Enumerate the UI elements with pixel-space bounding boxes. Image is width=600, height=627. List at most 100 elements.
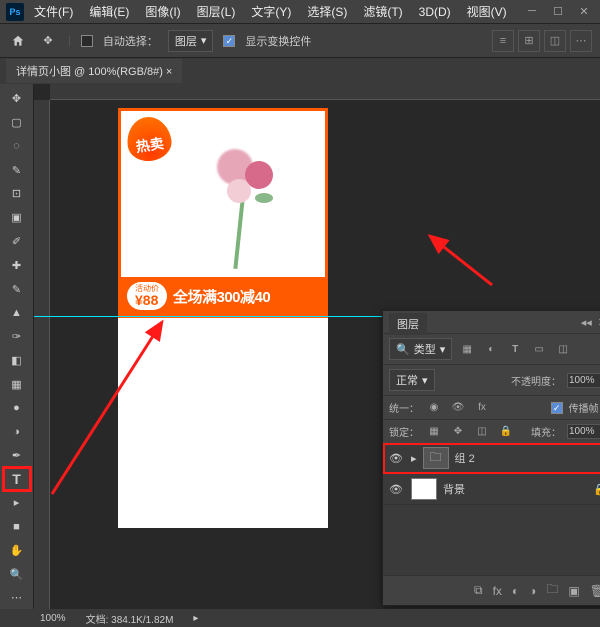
filter-smart-icon[interactable]: ◫	[554, 342, 572, 356]
propagate-label: 传播帧 1	[569, 400, 600, 415]
options-bar: ✥ | 自动选择： 图层▾ 显示变换控件 ≡ ⊞ ◫ ⋯	[0, 24, 600, 58]
auto-select-dropdown[interactable]: 图层▾	[168, 30, 214, 52]
lock-position-icon[interactable]: ✥	[449, 425, 467, 439]
opacity-input[interactable]	[567, 373, 600, 388]
distribute-icon[interactable]: ⊞	[518, 30, 540, 52]
blend-mode-dropdown[interactable]: 正常 ▾	[389, 369, 435, 391]
new-group-icon[interactable]: 🗀	[546, 580, 558, 601]
layer-fx-icon[interactable]: fx	[493, 584, 502, 598]
app-logo: Ps	[6, 3, 24, 21]
unify-position-icon[interactable]: ◉	[425, 401, 443, 415]
show-transform-checkbox[interactable]	[223, 35, 235, 47]
crop-tool[interactable]: ⊡	[4, 183, 30, 205]
status-chevron-icon[interactable]: ▸	[193, 613, 198, 624]
zoom-tool[interactable]: 🔍	[4, 563, 30, 585]
promo-artwork: 热卖 活动价 ¥88 全场满300减40	[118, 108, 328, 318]
window-close-icon[interactable]: ✕	[574, 5, 594, 18]
eyedropper-tool[interactable]: ✐	[4, 231, 30, 253]
filter-shape-icon[interactable]: ▭	[530, 342, 548, 356]
document-tab-bar: 详情页小图 @ 100%(RGB/8#) ×	[0, 58, 600, 84]
opacity-label: 不透明度：	[511, 373, 561, 388]
menu-image[interactable]: 图像(I)	[139, 1, 186, 22]
marquee-tool[interactable]: ▢	[4, 112, 30, 134]
link-layers-icon[interactable]: ⧉	[474, 583, 483, 598]
fill-input[interactable]	[567, 424, 600, 439]
layers-list: 👁 ▸ 🗀 组 2 👁 背景 🔒	[383, 443, 600, 575]
ruler-horizontal[interactable]	[50, 84, 600, 100]
price-value: ¥88	[135, 293, 159, 307]
show-transform-label: 显示变换控件	[245, 33, 311, 49]
document-tab-label: 详情页小图 @ 100%(RGB/8#) ×	[16, 63, 172, 79]
menu-3d[interactable]: 3D(D)	[413, 3, 457, 21]
blur-tool[interactable]: ●	[4, 397, 30, 419]
status-bar: 100% 文档: 384.1K/1.82M ▸	[0, 609, 600, 627]
menu-edit[interactable]: 编辑(E)	[83, 1, 135, 22]
delete-layer-icon[interactable]: 🗑	[590, 584, 600, 598]
gradient-tool[interactable]: ▦	[4, 373, 30, 395]
move-tool-icon[interactable]: ✥	[38, 31, 58, 51]
layer-name[interactable]: 背景	[443, 481, 465, 497]
folder-icon: 🗀	[423, 447, 449, 469]
propagate-checkbox[interactable]	[551, 402, 563, 414]
menu-layer[interactable]: 图层(L)	[191, 1, 242, 22]
new-layer-icon[interactable]: ▣	[568, 584, 579, 598]
history-brush-tool[interactable]: ✑	[4, 326, 30, 348]
ruler-vertical[interactable]	[34, 100, 50, 609]
unify-label: 统一：	[389, 400, 419, 415]
unify-style-icon[interactable]: fx	[473, 401, 491, 415]
chevron-right-icon[interactable]: ▸	[411, 452, 417, 465]
brush-tool[interactable]: ✎	[4, 278, 30, 300]
collapse-icon[interactable]: ◂◂	[581, 316, 592, 329]
layers-tab[interactable]: 图层	[389, 313, 427, 335]
auto-select-checkbox[interactable]	[81, 35, 93, 47]
lasso-tool[interactable]: ◌	[4, 136, 30, 158]
quick-select-tool[interactable]: ✎	[4, 159, 30, 181]
layer-name[interactable]: 组 2	[455, 450, 475, 466]
dodge-tool[interactable]: ◑	[4, 421, 30, 443]
shape-tool[interactable]: ■	[4, 516, 30, 538]
pen-tool[interactable]: ✒	[4, 444, 30, 466]
lock-pixels-icon[interactable]: ▦	[425, 425, 443, 439]
layer-row-group[interactable]: 👁 ▸ 🗀 组 2	[383, 443, 600, 474]
eraser-tool[interactable]: ◧	[4, 349, 30, 371]
menu-view[interactable]: 视图(V)	[461, 1, 513, 22]
more-options-icon[interactable]: ⋯	[570, 30, 592, 52]
align-icon[interactable]: ≡	[492, 30, 514, 52]
adjustment-layer-icon[interactable]: ◑	[529, 584, 536, 598]
filter-adjust-icon[interactable]: ◐	[482, 342, 500, 356]
menu-filter[interactable]: 滤镜(T)	[357, 1, 408, 22]
path-select-tool[interactable]: ▸	[4, 492, 30, 514]
window-maximize-icon[interactable]: ☐	[548, 5, 568, 18]
frame-tool[interactable]: ▣	[4, 207, 30, 229]
menu-file[interactable]: 文件(F)	[28, 1, 79, 22]
menu-select[interactable]: 选择(S)	[301, 1, 353, 22]
filter-type-icon[interactable]: T	[506, 342, 524, 356]
edit-toolbar-icon[interactable]: ⋯	[4, 587, 30, 609]
clone-tool[interactable]: ▲	[4, 302, 30, 324]
layer-row-background[interactable]: 👁 背景 🔒	[383, 474, 600, 505]
bouquet-image	[177, 129, 307, 269]
hand-tool[interactable]: ✋	[4, 540, 30, 562]
document-tab[interactable]: 详情页小图 @ 100%(RGB/8#) ×	[6, 59, 182, 83]
menu-type[interactable]: 文字(Y)	[245, 1, 297, 22]
lock-all-icon[interactable]: 🔒	[497, 425, 515, 439]
unify-visibility-icon[interactable]: 👁	[449, 401, 467, 415]
move-tool[interactable]: ✥	[4, 88, 30, 110]
window-minimize-icon[interactable]: ─	[522, 5, 542, 18]
canvas[interactable]: 热卖 活动价 ¥88 全场满300减40	[118, 108, 328, 528]
healing-tool[interactable]: ✚	[4, 254, 30, 276]
lock-artboard-icon[interactable]: ◫	[473, 425, 491, 439]
canvas-area: 热卖 活动价 ¥88 全场满300减40	[34, 84, 600, 609]
visibility-eye-icon[interactable]: 👁	[389, 452, 405, 465]
3d-mode-icon[interactable]: ◫	[544, 30, 566, 52]
annotation-arrow-2	[422, 230, 502, 290]
home-icon[interactable]	[8, 31, 28, 51]
zoom-level[interactable]: 100%	[40, 613, 66, 624]
layer-mask-icon[interactable]: ◐	[512, 584, 519, 598]
filter-pixel-icon[interactable]: ▦	[458, 342, 476, 356]
type-tool[interactable]: T	[4, 468, 30, 490]
lock-icon[interactable]: 🔒	[593, 483, 600, 496]
layer-filter-dropdown[interactable]: 🔍 类型 ▾	[389, 338, 452, 360]
promo-text: 全场满300减40	[173, 286, 270, 307]
visibility-eye-icon[interactable]: 👁	[389, 483, 405, 496]
